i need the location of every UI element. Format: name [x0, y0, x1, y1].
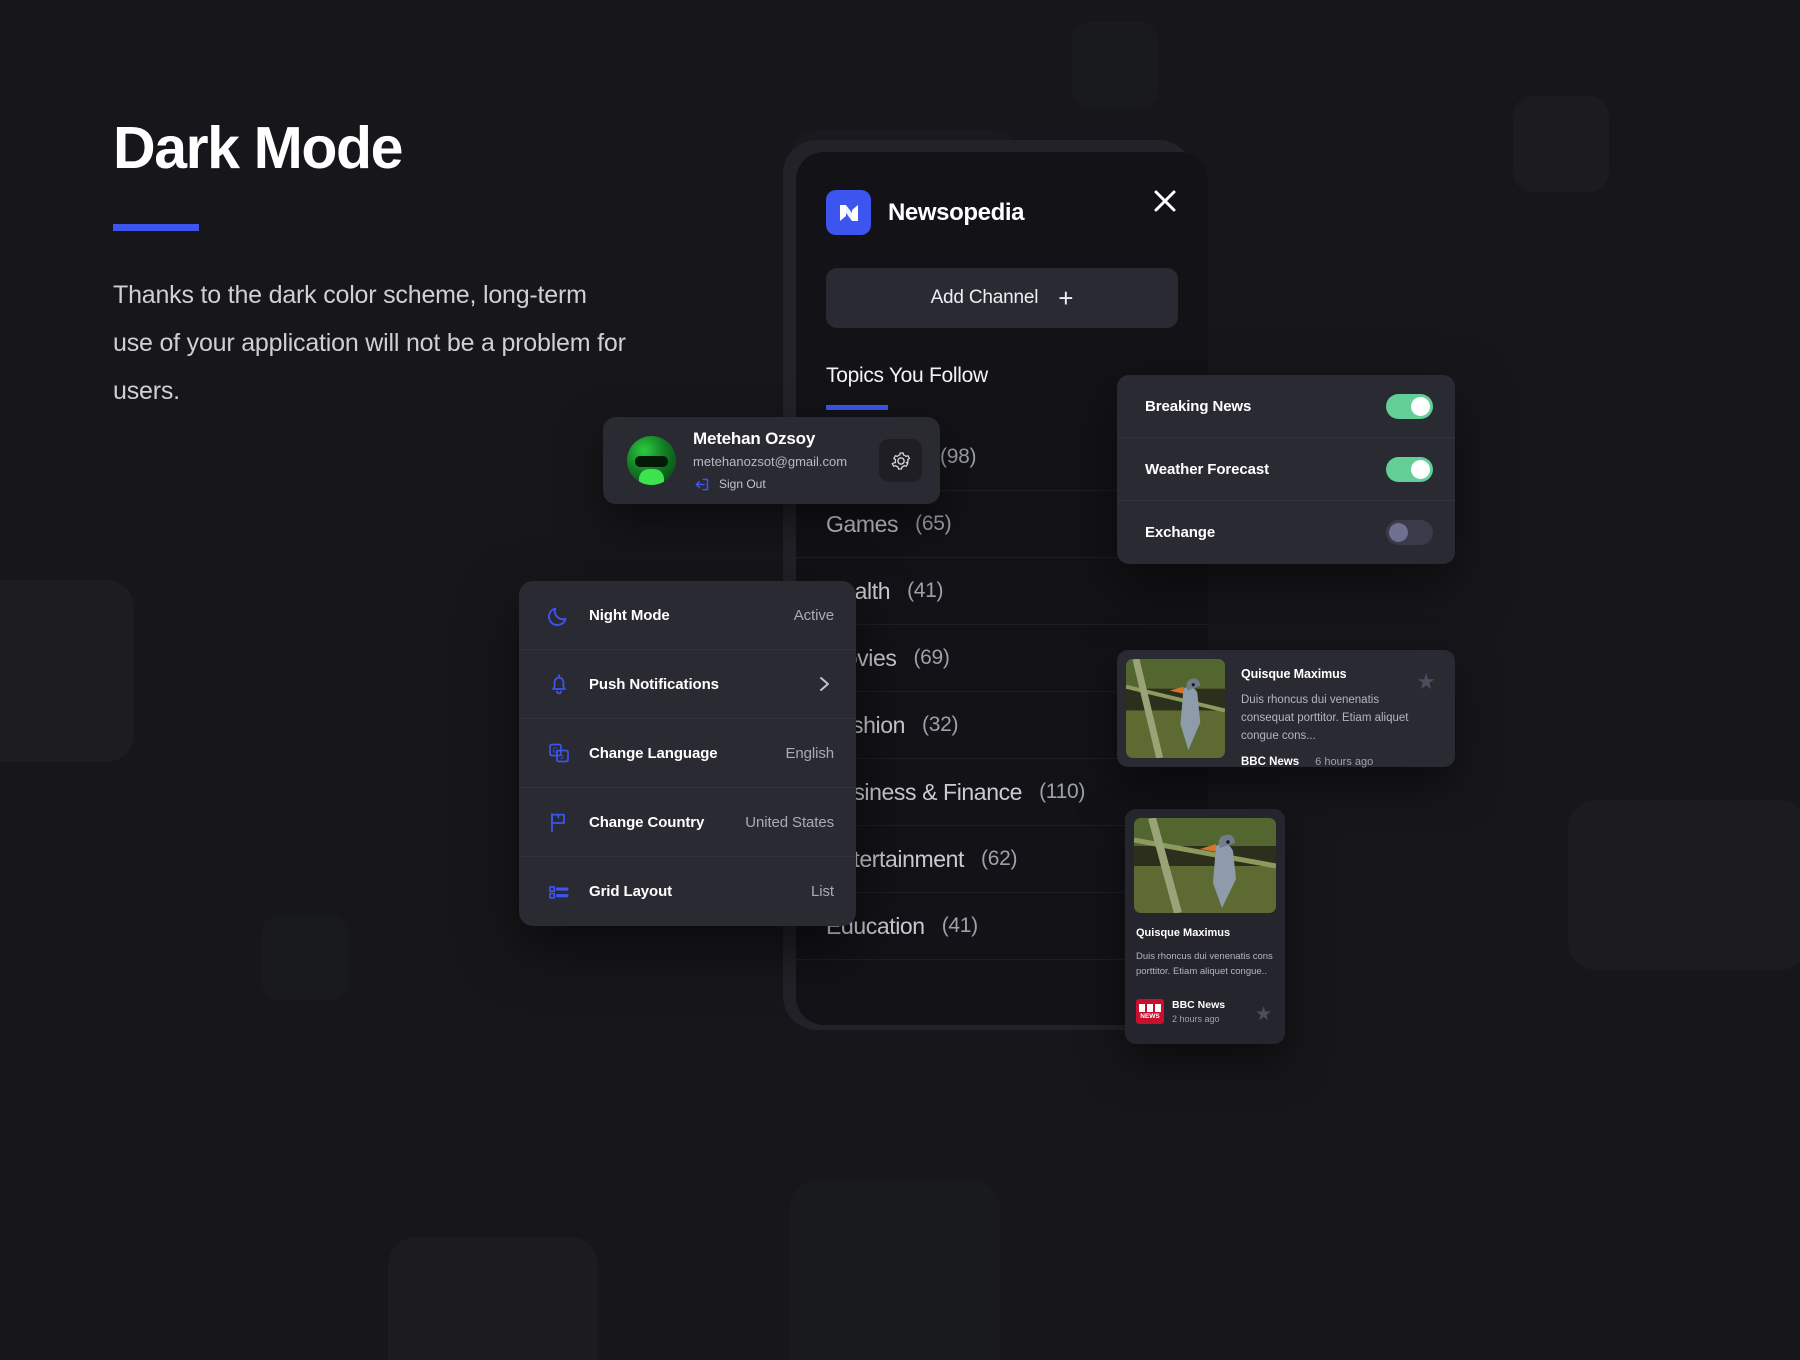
profile-name: Metehan Ozsoy [693, 428, 816, 448]
decorative-square [1568, 800, 1800, 970]
hero-section: Dark Mode Thanks to the dark color schem… [113, 115, 673, 415]
moon-icon [545, 602, 573, 628]
news-title: Quisque Maximus [1241, 667, 1347, 681]
menu-item-label: Grid Layout [589, 883, 673, 900]
decorative-square [262, 915, 348, 1001]
menu-item-night-mode[interactable]: Night Mode Active [519, 581, 856, 650]
bbc-logo-text: NEWS [1140, 1012, 1160, 1020]
sign-out-label: Sign Out [719, 477, 766, 491]
topic-count: (41) [941, 914, 978, 937]
toggle-switch-weather-forecast[interactable] [1386, 456, 1433, 482]
toggle-row: Weather Forecast [1117, 438, 1455, 501]
decorative-square [1513, 96, 1609, 192]
heron-photo [1134, 818, 1276, 913]
topic-name: Games [826, 510, 899, 537]
news-card-body: Quisque Maximus Duis rhoncus dui venenat… [1225, 659, 1446, 768]
toggle-knob [1389, 523, 1408, 542]
list-layout-icon [545, 879, 573, 905]
menu-item-grid-layout[interactable]: Grid Layout List [519, 857, 856, 926]
menu-item-value: United States [745, 813, 834, 831]
menu-item-value: Active [793, 606, 834, 624]
decorative-square [388, 1237, 598, 1360]
news-meta: BBC News 6 hours ago [1241, 756, 1442, 768]
chevron-right-icon[interactable] [814, 674, 834, 694]
page-root: Dark Mode Thanks to the dark color schem… [0, 0, 1800, 1360]
gear-icon[interactable] [879, 439, 922, 482]
page-title: Dark Mode [113, 115, 403, 181]
sign-out-button[interactable]: Sign Out [693, 476, 879, 493]
user-profile-card: Metehan Ozsoy metehanozsot@gmail.com Sig… [603, 417, 940, 504]
topic-count: (62) [981, 847, 1018, 870]
add-channel-button[interactable]: Add Channel + [826, 268, 1178, 328]
svg-text:z: z [560, 752, 564, 761]
news-title: Quisque Maximus [1136, 927, 1231, 939]
topic-count: (69) [913, 646, 950, 669]
bell-icon [545, 671, 573, 697]
news-description: Duis rhoncus dui venenatis cons porttito… [1136, 951, 1273, 978]
notification-toggles-panel: Breaking News Weather Forecast Exchange [1117, 375, 1455, 564]
menu-item-label: Push Notifications [589, 675, 719, 693]
news-meta: NEWS BBC News 2 hours ago ★ [1136, 999, 1274, 1026]
sign-out-icon [693, 476, 710, 493]
toggle-knob [1411, 459, 1430, 479]
star-icon[interactable]: ★ [1416, 669, 1436, 695]
toggle-row: Exchange [1117, 501, 1455, 564]
decorative-square [790, 1180, 1000, 1360]
hero-description: Thanks to the dark color scheme, long-te… [113, 280, 626, 405]
topic-count: (98) [940, 445, 977, 468]
toggle-row: Breaking News [1117, 375, 1455, 438]
menu-item-label: Night Mode [589, 606, 670, 624]
toggle-knob [1411, 396, 1430, 416]
toggle-label: Exchange [1145, 524, 1216, 541]
topic-count: (110) [1039, 780, 1086, 803]
settings-menu: Night Mode Active Push Notifications Gz Chan… [519, 581, 856, 926]
heron-photo [1126, 659, 1225, 758]
decorative-square [0, 580, 134, 762]
plus-icon: + [1058, 283, 1074, 313]
avatar [627, 436, 676, 485]
toggle-switch-exchange[interactable] [1386, 520, 1433, 545]
news-description: Duis rhoncus dui venenatis consequat por… [1241, 694, 1409, 742]
app-brand-name: Newsopedia [888, 198, 1025, 226]
news-timestamp: 2 hours ago [1172, 1014, 1220, 1025]
newsopedia-logo-icon [826, 190, 871, 235]
section-underline [826, 405, 888, 410]
news-card-horizontal[interactable]: Quisque Maximus Duis rhoncus dui venenat… [1117, 650, 1455, 768]
menu-item-change-country[interactable]: Change Country United States [519, 788, 856, 857]
profile-email: metehanozsot@gmail.com [693, 453, 848, 469]
topic-count: (65) [915, 512, 952, 535]
bbc-news-logo-icon: NEWS [1136, 999, 1164, 1025]
star-icon[interactable]: ★ [1255, 1003, 1272, 1026]
news-source-block: BBC News 2 hours ago [1172, 999, 1225, 1024]
menu-item-value: List [811, 883, 834, 900]
menu-item-label: Change Language [589, 744, 718, 762]
news-card-vertical[interactable]: Quisque Maximus Duis rhoncus dui venenat… [1125, 809, 1285, 1044]
menu-item-push-notifications[interactable]: Push Notifications [519, 650, 856, 719]
brand-row: Newsopedia [826, 190, 1178, 235]
topic-row[interactable]: Health (41) [796, 558, 1208, 625]
topic-count: (41) [907, 579, 944, 602]
svg-text:G: G [552, 746, 558, 755]
flag-icon [545, 809, 573, 835]
toggle-label: Breaking News [1145, 397, 1252, 415]
close-icon[interactable] [1148, 184, 1182, 218]
topic-count: (32) [922, 713, 959, 736]
toggle-switch-breaking-news[interactable] [1386, 393, 1433, 419]
news-timestamp: 6 hours ago [1315, 756, 1374, 769]
title-underline [113, 223, 199, 231]
menu-item-value: English [785, 744, 835, 762]
profile-info: Metehan Ozsoy metehanozsot@gmail.com Sig… [693, 429, 879, 493]
menu-item-change-language[interactable]: Gz Change Language English [519, 719, 856, 788]
menu-item-label: Change Country [589, 813, 705, 831]
translate-icon: Gz [545, 740, 573, 766]
toggle-label: Weather Forecast [1145, 460, 1270, 478]
bbc-blocks [1138, 1003, 1162, 1012]
news-source: BBC News [1172, 999, 1226, 1012]
add-channel-label: Add Channel [930, 287, 1039, 308]
news-source: BBC News [1241, 756, 1300, 769]
decorative-square [1072, 22, 1158, 108]
app-header: Newsopedia [796, 152, 1208, 235]
